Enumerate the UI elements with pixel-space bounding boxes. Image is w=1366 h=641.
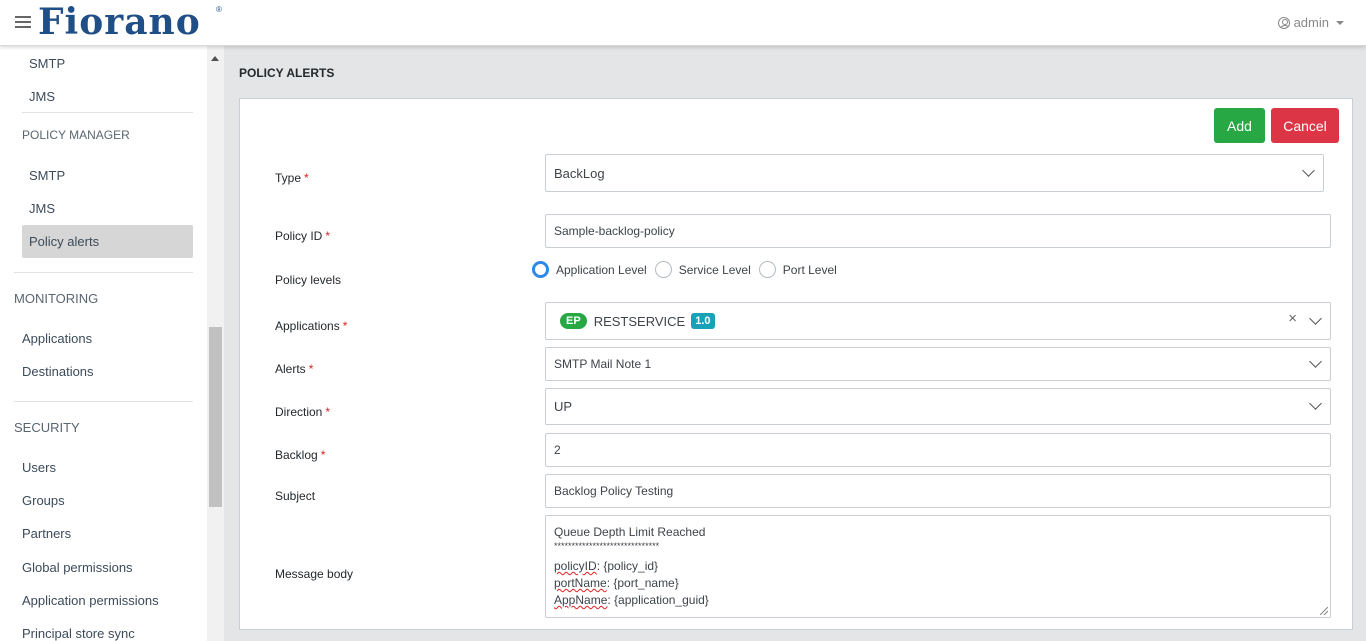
message-line: policyID: {policy_id}	[554, 559, 659, 573]
sidebar-heading-policy-manager: POLICY MANAGER	[22, 128, 130, 142]
radio-service-level[interactable]	[654, 261, 672, 278]
sidebar-scrollbar[interactable]	[207, 46, 224, 641]
user-menu[interactable]: admin	[1277, 15, 1344, 30]
radio-label-service-level[interactable]: Service Level	[679, 263, 751, 277]
main-content: POLICY ALERTS Add Cancel Type * BackLog P…	[224, 46, 1366, 641]
policy-id-input[interactable]: Sample-backlog-policy	[545, 214, 1331, 248]
radio-application-level[interactable]	[532, 261, 549, 278]
sidebar-item-partners[interactable]: Partners	[22, 526, 71, 541]
sidebar-item-principal-store-sync[interactable]: Principal store sync	[22, 626, 135, 641]
sidebar-item-smtp-top[interactable]: SMTP	[29, 56, 65, 71]
chevron-down-icon[interactable]	[1309, 355, 1322, 368]
scroll-up-arrow-icon[interactable]	[211, 56, 219, 61]
resize-handle-icon[interactable]	[1320, 607, 1328, 615]
user-icon	[1277, 16, 1290, 29]
subject-label: Subject	[275, 489, 316, 503]
sidebar-item-pm-smtp[interactable]: SMTP	[29, 168, 65, 183]
direction-label: Direction *	[275, 405, 331, 419]
message-line: ******************************	[554, 541, 660, 551]
chevron-down-icon[interactable]	[1309, 397, 1322, 410]
sidebar-divider	[14, 272, 193, 273]
version-badge: 1.0	[691, 313, 715, 329]
sidebar-item-pm-jms[interactable]: JMS	[29, 201, 55, 216]
radio-label-port-level[interactable]: Port Level	[783, 263, 837, 277]
policy-id-label: Policy ID *	[275, 229, 331, 243]
alerts-value: SMTP Mail Note 1	[554, 357, 652, 371]
add-button[interactable]: Add	[1214, 108, 1265, 143]
radio-port-level[interactable]	[758, 261, 776, 278]
message-body-label: Message body	[275, 567, 354, 581]
applications-value: RESTSERVICE	[593, 313, 686, 329]
sidebar-heading-monitoring: MONITORING	[14, 291, 99, 306]
subject-value: Backlog Policy Testing	[554, 484, 674, 498]
sidebar-item-application-permissions[interactable]: Application permissions	[22, 593, 159, 608]
sidebar-item-users[interactable]: Users	[22, 460, 56, 475]
policy-levels-label: Policy levels	[275, 273, 342, 287]
sidebar-heading-security: SECURITY	[14, 420, 80, 435]
backlog-input[interactable]: 2	[545, 433, 1331, 467]
sidebar-item-destinations[interactable]: Destinations	[22, 364, 94, 379]
type-select[interactable]: BackLog	[545, 154, 1324, 192]
message-line: AppName: {application_guid}	[554, 593, 709, 607]
applications-select[interactable]: EP RESTSERVICE 1.0 ×	[545, 302, 1331, 340]
backlog-value: 2	[554, 443, 561, 457]
direction-select[interactable]: UP	[545, 388, 1331, 425]
backlog-label: Backlog *	[275, 448, 326, 462]
alerts-select[interactable]: SMTP Mail Note 1	[545, 347, 1331, 381]
sidebar-item-applications[interactable]: Applications	[22, 331, 92, 346]
hamburger-menu-icon[interactable]	[15, 16, 31, 29]
policy-id-value: Sample-backlog-policy	[554, 224, 675, 238]
chevron-down-icon[interactable]	[1302, 164, 1315, 177]
sidebar-item-policy-alerts[interactable]: Policy alerts	[22, 225, 193, 258]
policy-alert-form-card: Add Cancel Type * BackLog Policy ID * Samp…	[239, 98, 1353, 630]
message-line: Queue Depth Limit Reached	[554, 525, 706, 539]
ep-badge: EP	[560, 313, 587, 329]
sidebar-item-jms-top[interactable]: JMS	[29, 89, 55, 104]
type-value: BackLog	[554, 165, 605, 181]
sidebar-item-groups[interactable]: Groups	[22, 493, 65, 508]
sidebar-item-global-permissions[interactable]: Global permissions	[22, 560, 133, 575]
sidebar-divider	[22, 112, 193, 113]
sidebar: SMTP JMS POLICY MANAGER SMTP JMS Policy …	[0, 46, 207, 641]
message-line: portName: {port_name}	[554, 576, 679, 590]
type-label: Type *	[275, 171, 309, 185]
top-navbar: Fiorano ® admin	[0, 0, 1366, 46]
page-title: POLICY ALERTS	[239, 66, 335, 80]
user-name: admin	[1293, 15, 1329, 30]
sidebar-divider	[14, 401, 193, 402]
radio-label-application-level[interactable]: Application Level	[556, 263, 647, 277]
caret-down-icon	[1336, 20, 1344, 25]
alerts-label: Alerts *	[275, 362, 314, 376]
cancel-button[interactable]: Cancel	[1271, 108, 1339, 143]
chevron-down-icon[interactable]	[1309, 312, 1322, 325]
direction-value: UP	[554, 399, 573, 414]
message-body-textarea[interactable]: Queue Depth Limit Reached **************…	[545, 515, 1331, 618]
clear-icon[interactable]: ×	[1288, 310, 1297, 327]
logo-registered-mark: ®	[216, 5, 222, 14]
policy-levels-radio-group: Application Level Service Level Port Lev…	[532, 261, 845, 278]
applications-label: Applications *	[275, 319, 348, 333]
subject-input[interactable]: Backlog Policy Testing	[545, 474, 1331, 508]
scrollbar-thumb[interactable]	[209, 327, 222, 507]
fiorano-logo[interactable]: Fiorano	[38, 4, 201, 40]
